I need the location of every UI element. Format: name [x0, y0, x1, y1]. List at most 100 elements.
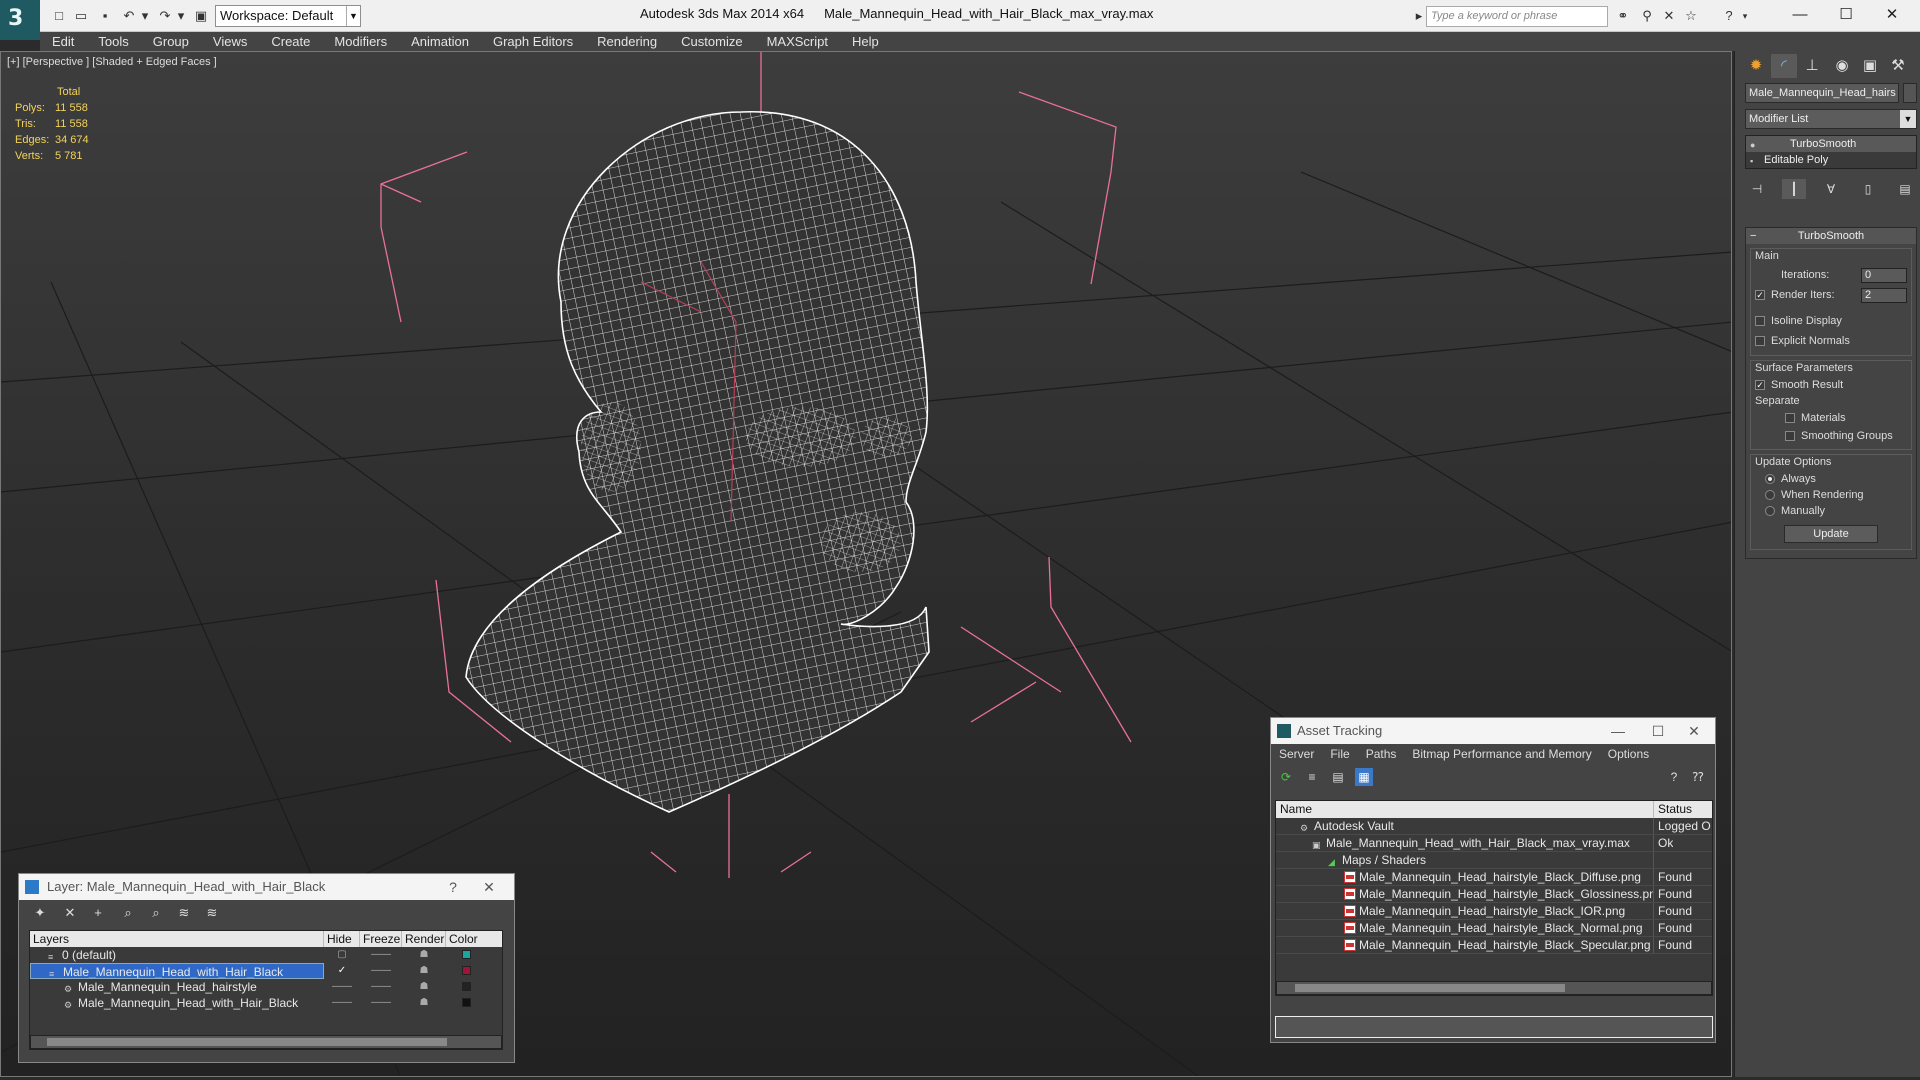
menu-graph-editors[interactable]: Graph Editors [481, 32, 585, 51]
context-help-icon[interactable]: ⁇ [1689, 768, 1707, 786]
table-row[interactable]: Male_Mannequin_Head_hairstyle_Black_Glos… [1276, 886, 1712, 903]
delete-layer-icon[interactable]: ✕ [61, 904, 79, 922]
hierarchy-tab-icon[interactable]: ⊥ [1799, 54, 1825, 78]
menu-tools[interactable]: Tools [86, 32, 140, 51]
layer-color-swatch[interactable] [461, 966, 471, 975]
layer-color-swatch[interactable] [461, 998, 471, 1007]
current-layer-check-icon[interactable]: ✓ [324, 963, 360, 979]
menu-modifiers[interactable]: Modifiers [322, 32, 399, 51]
configure-modifier-sets-icon[interactable]: ▤ [1893, 179, 1917, 199]
render-teapot-icon[interactable]: ☗ [402, 995, 446, 1011]
freeze-toggle[interactable]: —— [360, 947, 402, 963]
create-layer-icon[interactable]: ✦ [31, 904, 49, 922]
show-end-result-icon[interactable]: ┃ [1782, 179, 1806, 199]
modifier-list-dropdown[interactable]: Modifier List ▼ [1745, 109, 1917, 129]
expand-icon[interactable]: ▪ [1750, 156, 1760, 166]
layer-row[interactable]: ≡ 0 (default) ▢ —— ☗ [30, 947, 502, 963]
hide-all-layers-icon[interactable]: ≋ [175, 904, 193, 922]
highlight-layer-icon[interactable]: ⌕ [147, 904, 165, 922]
binoculars-icon[interactable]: ⚭ [1614, 7, 1632, 25]
table-row[interactable]: Male_Mannequin_Head_hairstyle_Black_Norm… [1276, 920, 1712, 937]
refresh-icon[interactable]: ⟳ [1277, 768, 1295, 786]
help-icon[interactable]: ? [1665, 768, 1683, 786]
layer-color-swatch[interactable] [461, 950, 471, 959]
render-teapot-icon[interactable]: ☗ [402, 947, 446, 963]
manually-radio[interactable] [1765, 506, 1775, 516]
maximize-button[interactable]: ☐ [1641, 718, 1675, 744]
menu-customize[interactable]: Customize [669, 32, 754, 51]
pin-stack-icon[interactable]: ⊣ [1745, 179, 1769, 199]
close-button[interactable]: ✕ [1872, 3, 1912, 27]
always-radio[interactable] [1765, 474, 1775, 484]
column-layers[interactable]: Layers [30, 931, 324, 947]
open-file-icon[interactable]: ▭ [72, 7, 90, 25]
scrollbar-thumb[interactable] [1295, 984, 1565, 992]
when-rendering-radio[interactable] [1765, 490, 1775, 500]
freeze-all-layers-icon[interactable]: ≋ [203, 904, 221, 922]
utilities-tab-icon[interactable]: ⚒ [1885, 54, 1911, 78]
smoothing-groups-checkbox[interactable] [1785, 431, 1795, 441]
layer-row[interactable]: ⚙ Male_Mannequin_Head_hairstyle —— —— ☗ [30, 979, 502, 995]
object-color-swatch[interactable] [1903, 83, 1917, 103]
freeze-toggle[interactable]: —— [360, 979, 402, 995]
column-name[interactable]: Name [1276, 801, 1654, 818]
modify-tab-icon[interactable]: ◜ [1771, 54, 1797, 78]
menu-options[interactable]: Options [1600, 744, 1657, 764]
hide-toggle[interactable]: ▢ [324, 947, 360, 963]
detail-view-icon[interactable]: ▤ [1329, 768, 1347, 786]
help-button[interactable]: ? [436, 874, 470, 900]
stack-item-turbosmooth[interactable]: ● TurboSmooth [1746, 136, 1916, 152]
menu-group[interactable]: Group [141, 32, 201, 51]
horizontal-scrollbar[interactable] [1276, 981, 1712, 995]
add-to-layer-icon[interactable]: + [89, 904, 107, 922]
make-unique-icon[interactable]: ∀ [1819, 179, 1843, 199]
column-color[interactable]: Color [446, 931, 486, 947]
layer-dialog-titlebar[interactable]: Layer: Male_Mannequin_Head_with_Hair_Bla… [19, 874, 514, 900]
freeze-toggle[interactable]: —— [360, 963, 402, 979]
close-button[interactable]: ✕ [1677, 718, 1711, 744]
layer-color-swatch[interactable] [461, 982, 471, 991]
viewport-label[interactable]: [+] [Perspective ] [Shaded + Edged Faces… [7, 56, 217, 68]
smooth-result-checkbox[interactable]: ✓ [1755, 380, 1765, 390]
horizontal-scrollbar[interactable] [30, 1035, 502, 1049]
table-row[interactable]: ⚙ Autodesk Vault Logged O [1276, 818, 1712, 835]
stack-item-editable-poly[interactable]: ▪ Editable Poly [1746, 152, 1916, 168]
column-render[interactable]: Render [402, 931, 446, 947]
column-freeze[interactable]: Freeze [360, 931, 402, 947]
render-iters-checkbox[interactable]: ✓ [1755, 290, 1765, 300]
search-input[interactable]: Type a keyword or phrase [1426, 6, 1608, 27]
minimize-button[interactable]: — [1601, 718, 1635, 744]
table-view-icon[interactable]: ▦ [1355, 768, 1373, 786]
menu-animation[interactable]: Animation [399, 32, 481, 51]
column-hide[interactable]: Hide [324, 931, 360, 947]
hide-toggle[interactable]: —— [324, 995, 360, 1011]
table-row[interactable]: ◢ Maps / Shaders [1276, 852, 1712, 869]
display-tab-icon[interactable]: ▣ [1857, 54, 1883, 78]
menu-server[interactable]: Server [1271, 744, 1322, 764]
app-logo-icon[interactable]: 3 [0, 0, 40, 40]
object-name-field[interactable]: Male_Mannequin_Head_hairs [1745, 83, 1899, 103]
motion-tab-icon[interactable]: ◉ [1829, 54, 1855, 78]
menu-create[interactable]: Create [259, 32, 322, 51]
lightbulb-icon[interactable]: ● [1750, 140, 1760, 150]
table-row[interactable]: Male_Mannequin_Head_hairstyle_Black_IOR.… [1276, 903, 1712, 920]
menu-help[interactable]: Help [840, 32, 891, 51]
menu-views[interactable]: Views [201, 32, 259, 51]
render-iters-spinner[interactable]: 2 [1861, 287, 1907, 303]
help-dropdown-icon[interactable]: ▾ [1736, 7, 1754, 25]
create-tab-icon[interactable]: ✹ [1743, 54, 1769, 78]
table-row[interactable]: ▣ Male_Mannequin_Head_with_Hair_Black_max… [1276, 835, 1712, 852]
rollout-header[interactable]: − TurboSmooth [1746, 228, 1916, 244]
menu-bitmap-performance[interactable]: Bitmap Performance and Memory [1404, 744, 1599, 764]
isoline-checkbox[interactable] [1755, 316, 1765, 326]
list-view-icon[interactable]: ≡ [1303, 768, 1321, 786]
freeze-toggle[interactable]: —— [360, 995, 402, 1011]
subscription-icon[interactable]: ⚲ [1638, 7, 1656, 25]
new-file-icon[interactable]: □ [50, 7, 68, 25]
communication-icon[interactable]: ✕ [1660, 7, 1678, 25]
select-objects-icon[interactable]: ⌕ [119, 904, 137, 922]
hide-toggle[interactable]: —— [324, 979, 360, 995]
scrollbar-thumb[interactable] [47, 1038, 447, 1046]
render-teapot-icon[interactable]: ☗ [402, 979, 446, 995]
menu-file[interactable]: File [1322, 744, 1357, 764]
